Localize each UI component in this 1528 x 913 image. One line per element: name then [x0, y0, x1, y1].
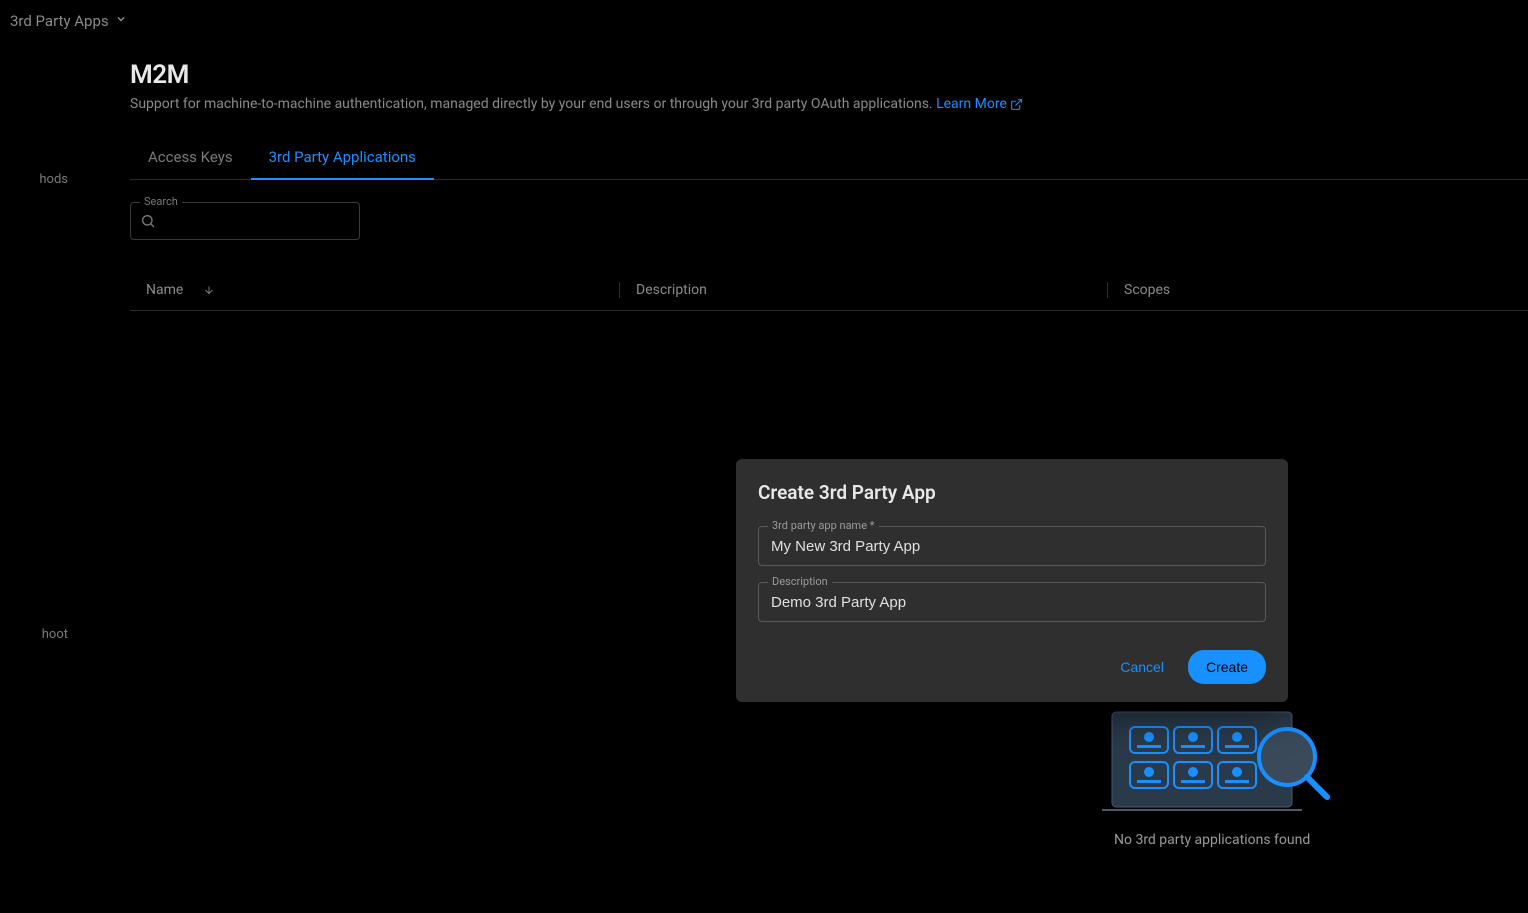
sort-down-icon	[203, 284, 215, 296]
sidebar: hods hoot	[0, 42, 72, 913]
empty-state-illustration	[1102, 702, 1332, 822]
external-link-icon	[1010, 98, 1023, 111]
column-scopes[interactable]: Scopes	[1108, 282, 1170, 298]
column-description[interactable]: Description	[620, 282, 1108, 298]
app-name-input[interactable]	[758, 526, 1266, 566]
learn-more-link[interactable]: Learn More	[936, 96, 1023, 112]
page-description: Support for machine-to-machine authentic…	[130, 96, 1528, 112]
search-field: Search	[130, 202, 360, 240]
tab-third-party-apps[interactable]: 3rd Party Applications	[251, 136, 434, 180]
breadcrumb[interactable]: 3rd Party Apps	[10, 12, 127, 30]
search-label: Search	[140, 195, 182, 208]
tab-access-keys[interactable]: Access Keys	[130, 136, 251, 179]
sidebar-item-troubleshoot[interactable]: hoot	[0, 617, 72, 652]
chevron-down-icon	[115, 13, 127, 29]
create-app-modal: Create 3rd Party App 3rd party app name …	[736, 459, 1288, 702]
empty-state-text: No 3rd party applications found	[1114, 832, 1310, 848]
modal-title: Create 3rd Party App	[758, 481, 1266, 504]
sidebar-item-methods[interactable]: hods	[0, 162, 72, 197]
cancel-button[interactable]: Cancel	[1110, 651, 1174, 683]
page-title: M2M	[130, 60, 1528, 90]
app-description-input[interactable]	[758, 582, 1266, 622]
app-description-label: Description	[768, 575, 832, 588]
search-icon	[140, 213, 156, 229]
breadcrumb-label: 3rd Party Apps	[10, 12, 109, 30]
create-button[interactable]: Create	[1188, 650, 1266, 684]
column-name[interactable]: Name	[130, 282, 620, 298]
table-header: Name Description Scopes	[130, 270, 1528, 311]
tabs: Access Keys 3rd Party Applications	[130, 136, 1528, 180]
app-name-label: 3rd party app name *	[768, 519, 879, 532]
